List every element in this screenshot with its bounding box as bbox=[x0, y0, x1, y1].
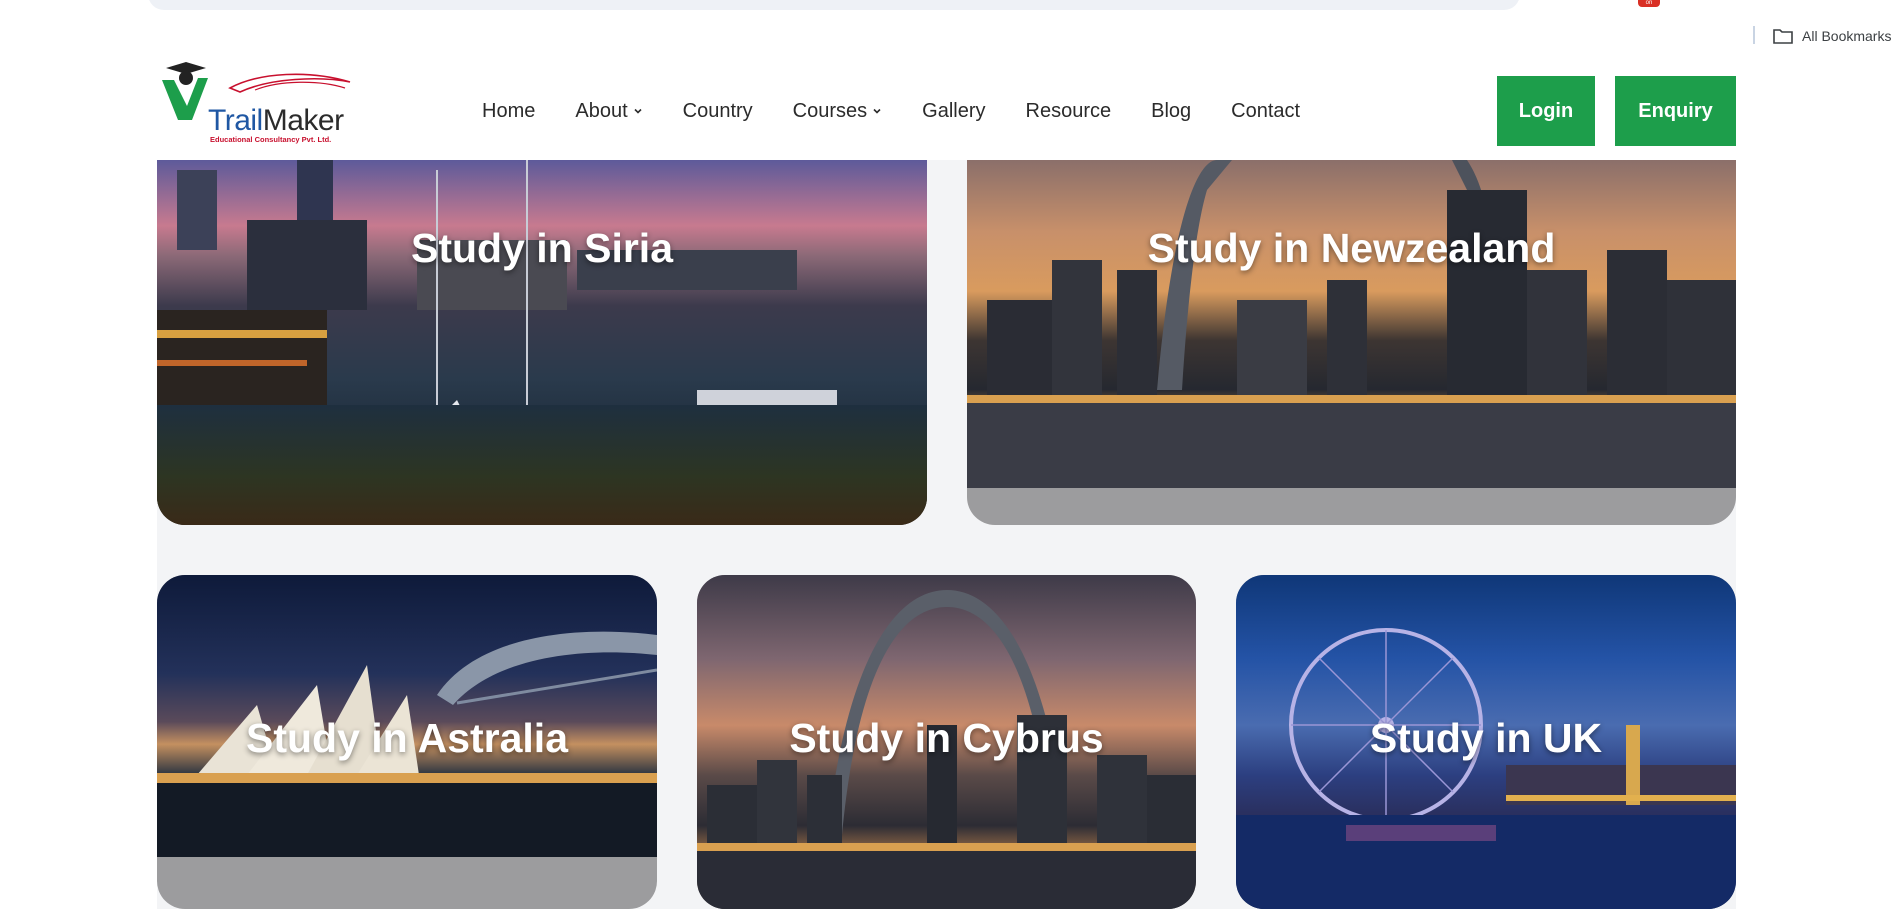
card-title: Study in Siria bbox=[411, 225, 673, 271]
nav-label: Gallery bbox=[922, 99, 986, 122]
harbor-marina-icon bbox=[157, 160, 927, 525]
destination-card-siria[interactable] bbox=[157, 160, 927, 525]
nav-label: About bbox=[575, 99, 628, 122]
nav-item-resource[interactable]: Resource bbox=[1026, 100, 1112, 123]
brand-name-part2: Maker bbox=[262, 104, 344, 137]
nav-item-home[interactable]: Home bbox=[482, 100, 535, 123]
brand-name: TrailMaker bbox=[208, 104, 344, 138]
nav-item-country[interactable]: Country bbox=[683, 100, 753, 123]
all-bookmarks-button[interactable]: All Bookmarks bbox=[1772, 25, 1891, 47]
chevron-down-icon bbox=[634, 108, 642, 114]
chevron-down-icon bbox=[873, 108, 881, 114]
destination-card-newzealand[interactable] bbox=[967, 160, 1736, 525]
nav-label: Home bbox=[482, 99, 536, 122]
enquiry-button[interactable]: Enquiry bbox=[1615, 76, 1736, 146]
nav-label: Courses bbox=[792, 99, 868, 122]
address-bar[interactable] bbox=[148, 0, 1520, 10]
folder-icon bbox=[1773, 29, 1793, 44]
bookmarks-divider bbox=[1753, 26, 1755, 44]
extension-badge[interactable]: on bbox=[1638, 0, 1660, 7]
nav-item-contact[interactable]: Contact bbox=[1231, 100, 1300, 123]
nav-label: Contact bbox=[1231, 99, 1301, 122]
gateway-arch-skyline-icon bbox=[967, 160, 1736, 488]
nav-label: Country bbox=[682, 99, 753, 122]
card-title: Study in Cybrus bbox=[789, 715, 1104, 761]
nav-item-blog[interactable]: Blog bbox=[1151, 100, 1191, 123]
brand-tagline: Educational Consultancy Pvt. Ltd. bbox=[210, 135, 332, 144]
main-nav: Home About Country Courses Gallery Resou… bbox=[482, 97, 1340, 125]
all-bookmarks-label: All Bookmarks bbox=[1802, 28, 1892, 44]
card-title: Study in Newzealand bbox=[1147, 225, 1556, 271]
nav-item-gallery[interactable]: Gallery bbox=[922, 100, 985, 123]
nav-item-courses[interactable]: Courses bbox=[793, 100, 882, 123]
nav-label: Blog bbox=[1151, 99, 1192, 122]
nav-label: Resource bbox=[1025, 99, 1112, 122]
nav-item-about[interactable]: About bbox=[575, 100, 642, 123]
card-title: Study in Astralia bbox=[246, 715, 568, 761]
login-button[interactable]: Login bbox=[1497, 76, 1595, 146]
brand-name-part1: Trail bbox=[208, 104, 263, 137]
card-title: Study in UK bbox=[1369, 715, 1603, 761]
